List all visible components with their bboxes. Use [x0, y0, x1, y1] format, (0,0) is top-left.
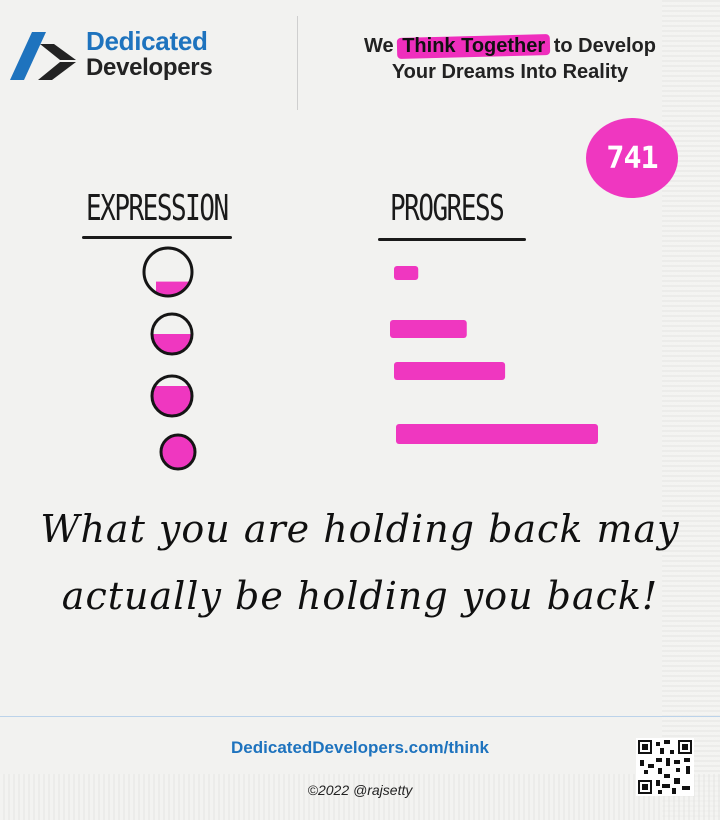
- progress-bar: [394, 266, 419, 280]
- tagline-part-1: We: [364, 35, 400, 57]
- progress-bars: [390, 266, 598, 444]
- website-link[interactable]: DedicatedDevelopers.com/think: [0, 738, 720, 758]
- expression-underline: [82, 236, 232, 239]
- expression-progress-illustration: [142, 246, 598, 471]
- progress-bar: [396, 424, 598, 444]
- expression-circle: [150, 312, 194, 356]
- issue-number-badge: 741: [586, 118, 678, 198]
- expression-circle: [150, 374, 194, 418]
- tagline: We Think Together to Develop Your Dreams…: [300, 33, 720, 85]
- dd-logo-icon: [10, 32, 76, 80]
- footer-divider: [0, 716, 720, 717]
- tagline-line-2: Your Dreams Into Reality: [391, 61, 629, 83]
- quote-line-2: actually be holding you back!: [61, 573, 659, 618]
- expression-circles: [142, 246, 197, 471]
- quote: What you are holding back may actually b…: [40, 496, 680, 629]
- quote-line-1: What you are holding back may: [40, 507, 680, 551]
- expression-circle: [159, 433, 197, 471]
- qr-code-icon: [636, 738, 694, 796]
- copyright-text: ©2022 @rajsetty: [307, 782, 413, 798]
- tagline-part-2: to Develop: [548, 35, 656, 57]
- expression-title: EXPRESSION: [86, 188, 229, 229]
- brand-line-2: Developers: [86, 54, 213, 81]
- brand-line-1: Dedicated: [86, 26, 208, 56]
- progress-bar: [394, 362, 506, 380]
- header-divider: [297, 16, 298, 110]
- brand-name: Dedicated Developers: [86, 26, 213, 81]
- progress-title: PROGRESS: [390, 188, 505, 229]
- tagline-highlight: Think Together: [399, 33, 548, 59]
- expression-circle: [142, 246, 194, 298]
- progress-bar: [390, 320, 467, 338]
- expression-fill: [152, 334, 192, 354]
